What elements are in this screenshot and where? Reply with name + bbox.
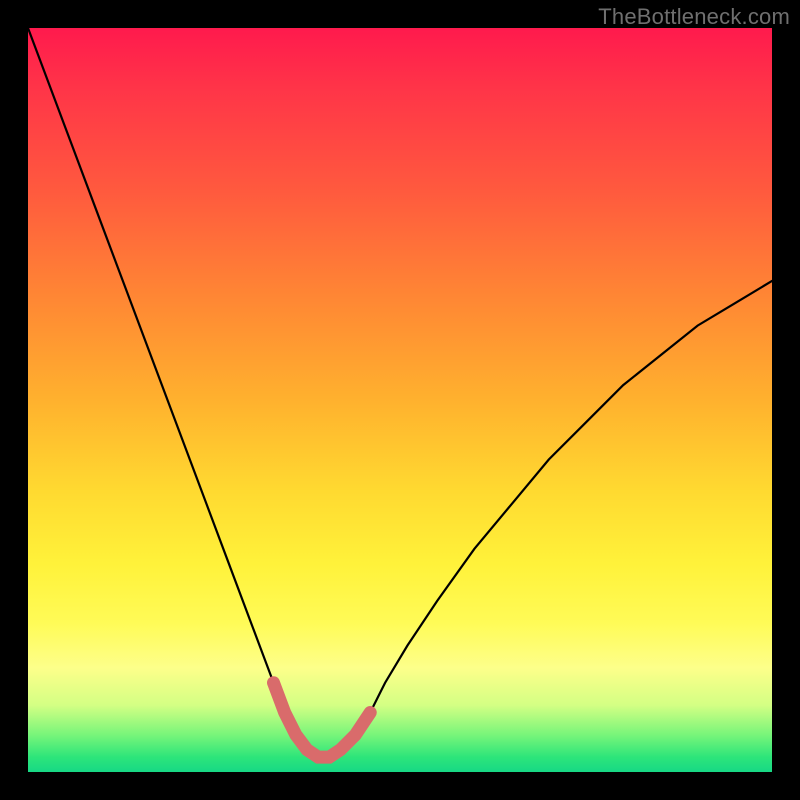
curve-path-main [28, 28, 772, 757]
watermark-text: TheBottleneck.com [598, 4, 790, 30]
chart-plot-area [28, 28, 772, 772]
chart-frame: TheBottleneck.com [0, 0, 800, 800]
curve-path-highlight [274, 683, 371, 757]
bottleneck-curve [28, 28, 772, 772]
